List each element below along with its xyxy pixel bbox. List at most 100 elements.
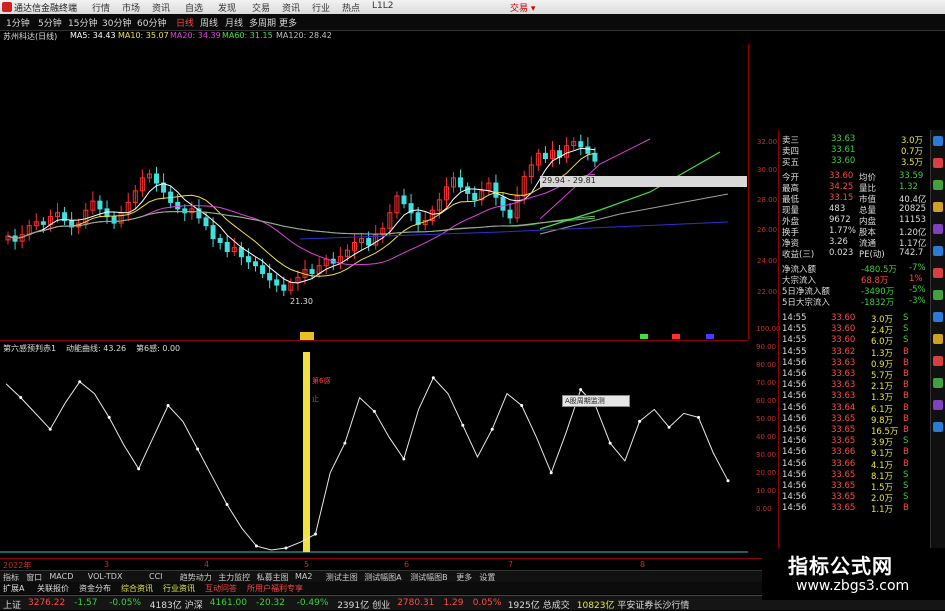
- menu-faxian[interactable]: 发现: [218, 1, 236, 14]
- candle[interactable]: [182, 208, 188, 214]
- candlestick-chart[interactable]: [0, 44, 748, 340]
- candle[interactable]: [245, 256, 251, 263]
- candle[interactable]: [217, 238, 223, 243]
- candle[interactable]: [401, 195, 407, 205]
- candle[interactable]: [415, 212, 421, 225]
- menu-shichang[interactable]: 市场: [122, 1, 140, 14]
- trade-button[interactable]: 交易 ▾: [510, 1, 535, 14]
- indicator-tab[interactable]: VOL-TDX: [88, 572, 123, 581]
- period-60min[interactable]: 60分钟: [137, 16, 166, 29]
- toolbar-shortcut-icon[interactable]: [933, 400, 943, 410]
- menu-hangqing[interactable]: 行情: [92, 1, 110, 14]
- stat-value: 33.15: [829, 193, 854, 203]
- indicator-tab[interactable]: MA2: [295, 572, 312, 581]
- toolbar-shortcut-icon[interactable]: [933, 312, 943, 322]
- candle[interactable]: [472, 192, 478, 201]
- extension-tab[interactable]: 互动问答: [205, 583, 237, 594]
- tick-price: 33.63: [831, 380, 856, 391]
- momentum-point: [343, 441, 347, 445]
- order-book-row[interactable]: 卖四 33.61 0.7万: [779, 145, 931, 157]
- period-day[interactable]: 日线: [176, 16, 194, 29]
- period-month[interactable]: 月线: [225, 16, 243, 29]
- toolbar-shortcut-icon[interactable]: [933, 202, 943, 212]
- extension-tab[interactable]: 资金分布: [79, 583, 111, 594]
- order-book-row[interactable]: 卖三 33.63 3.0万: [779, 134, 931, 146]
- toolbar-shortcut-icon[interactable]: [933, 356, 943, 366]
- toolbar-shortcut-icon[interactable]: [933, 290, 943, 300]
- toolbar-shortcut-icon[interactable]: [933, 158, 943, 168]
- sixth-sense-signal-bar[interactable]: [303, 352, 310, 552]
- menu-l1l2[interactable]: L1L2: [372, 1, 393, 11]
- extension-tab[interactable]: 行业资讯: [163, 583, 195, 594]
- menu-zixun2[interactable]: 资讯: [282, 1, 300, 14]
- period-5min[interactable]: 5分钟: [38, 16, 62, 29]
- cycle-monitor-popup[interactable]: A股周期监测: [562, 395, 630, 407]
- toolbar-shortcut-icon[interactable]: [933, 224, 943, 234]
- date-tick: 8: [640, 560, 646, 569]
- candle[interactable]: [97, 200, 103, 210]
- stat-value: 1.77%: [829, 226, 857, 236]
- candle[interactable]: [366, 238, 372, 246]
- menu-zixuan[interactable]: 自选: [185, 1, 203, 14]
- candle[interactable]: [281, 284, 287, 291]
- order-book-row[interactable]: 买五 33.60 3.5万: [779, 156, 931, 168]
- candle[interactable]: [253, 261, 258, 267]
- candle[interactable]: [203, 217, 209, 227]
- extension-tab[interactable]: 扩展A: [3, 583, 24, 594]
- candle[interactable]: [592, 152, 598, 162]
- candle[interactable]: [40, 221, 46, 225]
- oscillator-chart[interactable]: [0, 352, 748, 560]
- candle[interactable]: [267, 272, 273, 281]
- toolbar-shortcut-icon[interactable]: [933, 180, 943, 190]
- candle[interactable]: [507, 209, 513, 219]
- toolbar-shortcut-icon[interactable]: [933, 378, 943, 388]
- candle[interactable]: [210, 225, 216, 240]
- period-multi[interactable]: 多周期: [249, 16, 276, 29]
- tick-volume: 2.4万: [871, 326, 894, 337]
- toolbar-shortcut-icon[interactable]: [933, 136, 943, 146]
- ma120-label: MA120: 28.42: [276, 31, 332, 40]
- candle[interactable]: [274, 279, 280, 286]
- extension-tab[interactable]: 所用户福利专享: [247, 583, 303, 594]
- toolbar-shortcut-icon[interactable]: [933, 422, 943, 432]
- indicator-tab[interactable]: CCI: [149, 572, 163, 581]
- toolbar-shortcut-icon[interactable]: [933, 246, 943, 256]
- candle[interactable]: [500, 196, 506, 211]
- period-15min[interactable]: 15分钟: [68, 16, 97, 29]
- candle[interactable]: [154, 173, 159, 184]
- tick-side: B: [903, 402, 909, 413]
- menu-jiaoyi[interactable]: 交易: [252, 1, 270, 14]
- toolbar-shortcut-icon[interactable]: [933, 268, 943, 278]
- menu-redian[interactable]: 热点: [342, 1, 360, 14]
- candle[interactable]: [458, 177, 464, 188]
- menu-zixun[interactable]: 资讯: [152, 1, 170, 14]
- candle[interactable]: [542, 152, 548, 160]
- extension-tab[interactable]: 综合资讯: [121, 583, 153, 594]
- candle[interactable]: [175, 201, 181, 210]
- candle[interactable]: [578, 141, 584, 148]
- momentum-point: [608, 441, 612, 445]
- period-1min[interactable]: 1分钟: [6, 16, 30, 29]
- period-30min[interactable]: 30分钟: [102, 16, 131, 29]
- tick-time: 14:56: [782, 492, 807, 503]
- period-more[interactable]: 更多: [279, 16, 297, 29]
- candle[interactable]: [585, 146, 591, 154]
- status-item: 平安证券长沙行情: [617, 601, 690, 611]
- candle[interactable]: [224, 241, 230, 252]
- candle[interactable]: [238, 247, 244, 258]
- menu-hangye[interactable]: 行业: [312, 1, 330, 14]
- tick-time: 14:56: [782, 503, 807, 514]
- range-highlight-bar[interactable]: 29.94 - 29.81: [540, 176, 747, 187]
- tick-side: S: [903, 335, 909, 346]
- tick-volume: 3.0万: [871, 315, 894, 325]
- period-week[interactable]: 周线: [200, 16, 218, 29]
- indicator-tab[interactable]: MACD: [49, 572, 73, 581]
- candle[interactable]: [309, 269, 315, 274]
- candle[interactable]: [111, 216, 117, 224]
- candle[interactable]: [260, 265, 266, 274]
- extension-tab[interactable]: 关联报价: [37, 583, 69, 594]
- trade-tick-row: 14:56 33.64 6.1万 B: [779, 402, 931, 415]
- toolbar-shortcut-icon[interactable]: [933, 334, 943, 344]
- tick-volume: 1.3万: [871, 393, 894, 404]
- candle[interactable]: [493, 182, 499, 198]
